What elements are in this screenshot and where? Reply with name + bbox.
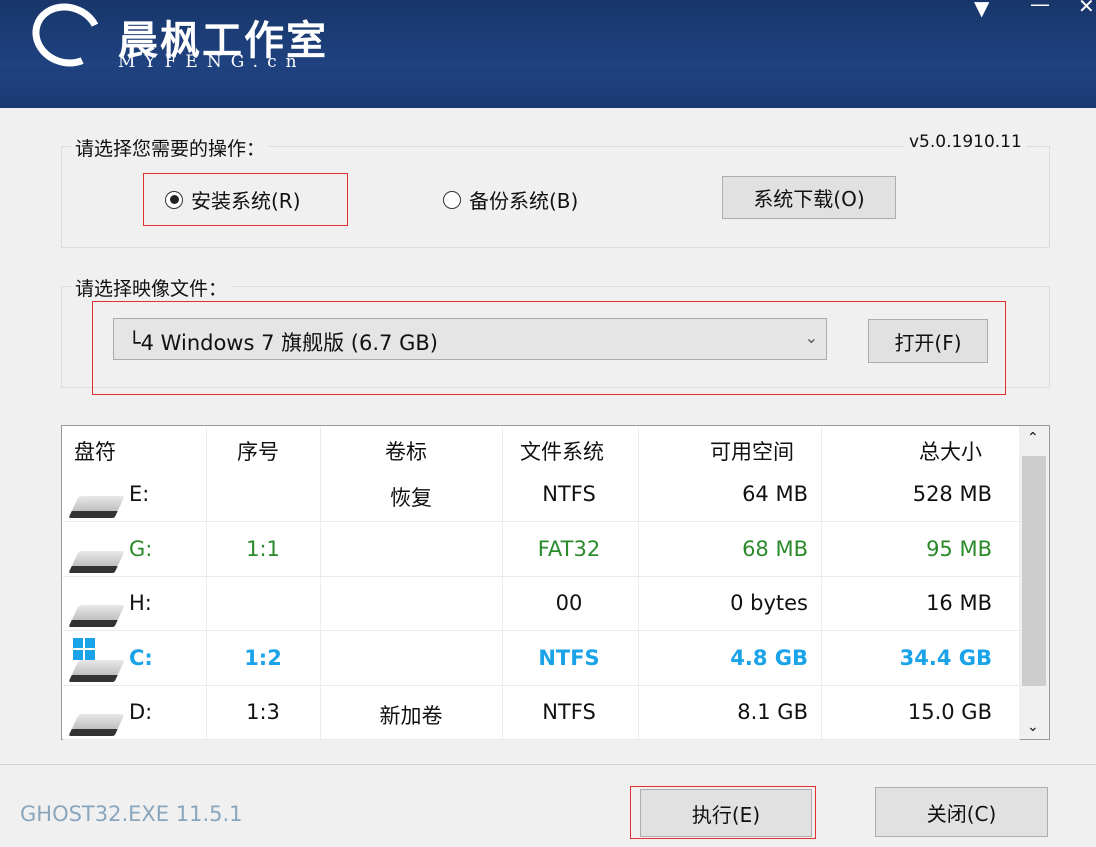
divider — [0, 764, 1096, 765]
drive-icon — [71, 550, 125, 567]
cell-drive: C: — [129, 645, 153, 670]
close-button[interactable]: 关闭(C) — [875, 787, 1048, 837]
scrollbar-thumb[interactable] — [1022, 456, 1046, 686]
operation-label: 请选择您需要的操作： — [71, 134, 270, 161]
header-drive[interactable]: 盘符 — [74, 436, 116, 466]
radio-unchecked-icon — [443, 190, 461, 209]
drive-icon — [71, 659, 125, 676]
logo-icon — [23, 0, 111, 77]
install-highlight — [143, 173, 348, 226]
table-row[interactable]: E: 恢复 NTFS 64 MB 528 MB — [63, 468, 1020, 522]
image-label: 请选择映像文件： — [71, 274, 232, 301]
cell-free: 8.1 GB — [737, 700, 808, 724]
cell-free: 4.8 GB — [730, 645, 808, 670]
title-bar: 晨枫工作室 MYFENG.cn ▼ — ✕ — [0, 0, 1096, 108]
table-row[interactable]: H: 00 0 bytes 16 MB — [63, 577, 1020, 631]
table-row[interactable]: D: 1:3 新加卷 NTFS 8.1 GB 15.0 GB — [63, 686, 1020, 740]
image-highlight — [92, 301, 1006, 395]
version-label: v5.0.1910.11 — [905, 132, 1026, 152]
download-button[interactable]: 系统下载(O) — [722, 176, 896, 219]
backup-radio[interactable]: 备份系统(B) — [443, 185, 578, 214]
drive-icon — [71, 714, 125, 730]
scroll-down-icon[interactable]: ⌄ — [1027, 719, 1039, 735]
cell-fs: NTFS — [538, 645, 600, 670]
cell-free: 64 MB — [742, 482, 808, 506]
cell-drive: E: — [129, 482, 150, 506]
cell-drive: G: — [129, 536, 153, 561]
cell-fs: NTFS — [542, 700, 596, 724]
header-total-size[interactable]: 总大小 — [919, 436, 982, 466]
cell-label: 新加卷 — [379, 704, 443, 728]
cell-fs: FAT32 — [537, 536, 601, 561]
cell-total: 34.4 GB — [899, 645, 992, 670]
cell-index: 1:2 — [244, 645, 282, 670]
brand-subtitle: MYFENG.cn — [118, 52, 306, 72]
cell-drive: D: — [129, 700, 153, 724]
header-free-space[interactable]: 可用空间 — [710, 436, 794, 466]
dropdown-arrow-icon[interactable]: ▼ — [974, 0, 989, 20]
header-index[interactable]: 序号 — [237, 436, 279, 466]
close-icon[interactable]: ✕ — [1078, 0, 1095, 18]
minimize-icon[interactable]: — — [1030, 0, 1050, 16]
cell-fs: 00 — [555, 591, 583, 615]
cell-fs: NTFS — [542, 482, 596, 506]
table-row[interactable]: C: 1:2 NTFS 4.8 GB 34.4 GB — [63, 632, 1020, 686]
cell-index: 1:3 — [246, 700, 280, 724]
execute-highlight — [630, 786, 816, 839]
scrollbar[interactable]: ⌃ ⌄ — [1019, 426, 1049, 739]
header-filesystem[interactable]: 文件系统 — [520, 436, 604, 466]
partition-table: 盘符 序号 卷标 文件系统 可用空间 总大小 E: 恢复 NTFS 64 MB 528 … — [61, 425, 1050, 740]
cell-total: 15.0 GB — [907, 700, 992, 724]
cell-total: 528 MB — [912, 482, 992, 506]
windows-icon — [73, 637, 95, 660]
cell-free: 68 MB — [742, 536, 808, 561]
scroll-up-icon[interactable]: ⌃ — [1027, 430, 1039, 446]
cell-drive: H: — [129, 591, 152, 615]
cell-free: 0 bytes — [730, 591, 808, 615]
cell-total: 16 MB — [926, 591, 992, 615]
drive-icon — [71, 496, 125, 512]
table-row[interactable]: G: 1:1 FAT32 68 MB 95 MB — [63, 523, 1020, 577]
cell-total: 95 MB — [926, 536, 992, 561]
drive-icon — [71, 605, 125, 621]
cell-index: 1:1 — [246, 536, 280, 561]
header-label[interactable]: 卷标 — [385, 436, 427, 466]
ghost-version: GHOST32.EXE 11.5.1 — [20, 802, 243, 826]
cell-label: 恢复 — [390, 486, 432, 510]
backup-label: 备份系统(B) — [469, 189, 579, 213]
